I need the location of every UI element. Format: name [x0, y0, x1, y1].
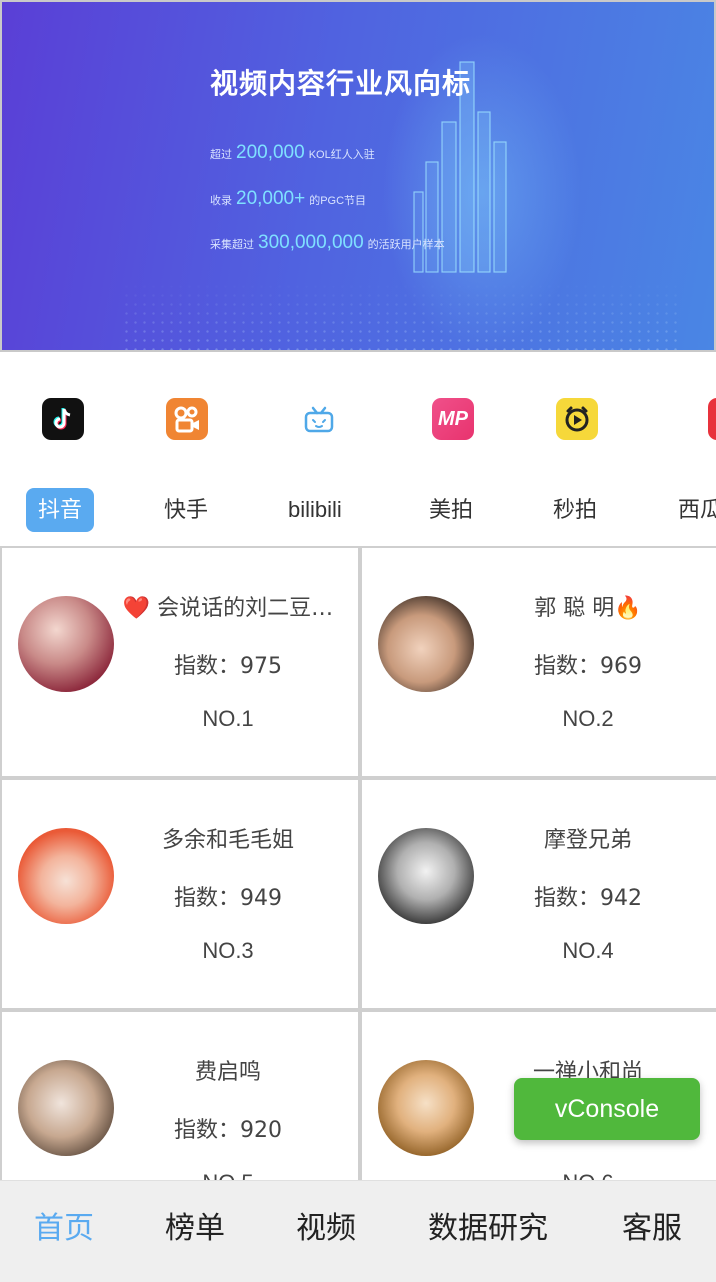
tab-xigua[interactable]: 西瓜 [678, 488, 716, 532]
banner-dot-pattern [122, 282, 682, 350]
xigua-icon[interactable] [708, 398, 716, 440]
creator-name: 费启鸣 [194, 1060, 261, 1085]
creator-rank: NO.3 [202, 938, 254, 963]
tab-miaopai[interactable]: 秒拍 [553, 488, 597, 532]
avatar [18, 828, 114, 924]
kuaishou-icon[interactable] [166, 398, 208, 440]
creator-name: ❤️ 会说话的刘二豆… [122, 596, 334, 621]
douyin-icon[interactable] [42, 398, 84, 440]
app-page: 视频内容行业风向标 超过 200,000 KOL红人入驻 收录 20,000+ 的PGC… [0, 0, 716, 1282]
creator-rank: NO.4 [562, 938, 614, 963]
tab-douyin[interactable]: 抖音 [26, 488, 95, 532]
banner-stat-suffix: KOL红人入驻 [308, 149, 375, 161]
meipai-icon[interactable]: MP [432, 398, 474, 440]
hero-banner[interactable]: 视频内容行业风向标 超过 200,000 KOL红人入驻 收录 20,000+ 的PGC… [0, 0, 716, 352]
banner-stat-kol: 超过 200,000 KOL红人入驻 [210, 142, 375, 164]
avatar [378, 596, 474, 692]
creator-rank: NO.1 [202, 706, 254, 731]
platform-icon-row: MP [0, 398, 716, 444]
tab-kuaishou[interactable]: 快手 [164, 488, 208, 532]
nav-customer-service[interactable]: 客服 [622, 1207, 682, 1251]
banner-stat-value: 300,000,000 [258, 232, 364, 253]
bilibili-icon[interactable] [298, 398, 340, 440]
creator-name: 多余和毛毛姐 [161, 828, 294, 853]
avatar [378, 828, 474, 924]
creator-score: 指数：942 [534, 886, 642, 911]
banner-stat-prefix: 收录 [210, 195, 232, 207]
nav-home[interactable]: 首页 [34, 1207, 94, 1251]
avatar [18, 1060, 114, 1156]
platform-tabs: 抖音 快手 bilibili 美拍 秒拍 西瓜 [0, 486, 716, 534]
banner-stat-suffix: 的活跃用户样本 [367, 239, 445, 251]
ranking-card[interactable]: 郭 聪 明🔥 指数：969 NO.2 [360, 546, 716, 778]
banner-stat-prefix: 超过 [210, 149, 232, 161]
miaopai-icon[interactable] [556, 398, 598, 440]
ranking-card[interactable]: ❤️ 会说话的刘二豆… 指数：975 NO.1 [0, 546, 360, 778]
creator-score: 指数：975 [174, 654, 282, 679]
banner-stat-value: 200,000 [236, 142, 305, 163]
banner-stat-users: 采集超过 300,000,000 的活跃用户样本 [210, 232, 445, 254]
nav-video[interactable]: 视频 [296, 1207, 356, 1251]
creator-name: 摩登兄弟 [543, 828, 632, 853]
avatar [18, 596, 114, 692]
creator-score: 指数：969 [534, 654, 642, 679]
ranking-card[interactable]: 多余和毛毛姐 指数：949 NO.3 [0, 778, 360, 1010]
creator-rank: NO.2 [562, 706, 614, 731]
banner-stat-value: 20,000+ [236, 188, 306, 209]
ranking-card[interactable]: 摩登兄弟 指数：942 NO.4 [360, 778, 716, 1010]
vconsole-button[interactable]: vConsole [514, 1078, 700, 1140]
creator-name: 郭 聪 明🔥 [534, 596, 642, 621]
tab-meipai[interactable]: 美拍 [429, 488, 473, 532]
creator-score: 指数：949 [174, 886, 282, 911]
nav-data-research[interactable]: 数据研究 [428, 1207, 548, 1251]
bottom-nav: 首页 榜单 视频 数据研究 客服 [0, 1180, 716, 1282]
banner-stat-pgc: 收录 20,000+ 的PGC节目 [210, 188, 366, 210]
tab-bilibili[interactable]: bilibili [288, 488, 342, 532]
creator-score: 指数：920 [174, 1118, 282, 1143]
banner-title: 视频内容行业风向标 [210, 67, 472, 100]
banner-stat-prefix: 采集超过 [210, 239, 254, 251]
avatar [378, 1060, 474, 1156]
banner-stat-suffix: 的PGC节目 [309, 195, 367, 207]
nav-ranking[interactable]: 榜单 [165, 1207, 225, 1251]
